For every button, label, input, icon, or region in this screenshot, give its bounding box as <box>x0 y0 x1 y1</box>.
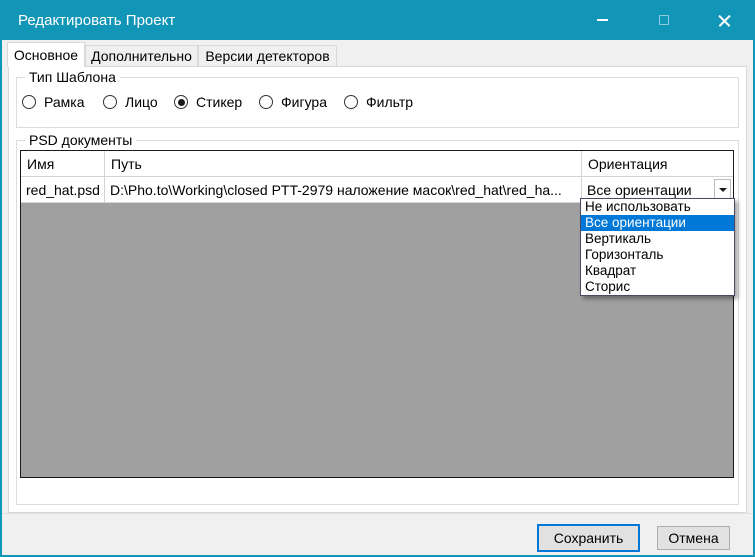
dropdown-item[interactable]: Сторис <box>581 279 734 295</box>
radio-label: Лицо <box>125 94 158 110</box>
radio-icon <box>344 95 358 109</box>
chevron-down-icon <box>719 188 727 192</box>
radio-label: Фигура <box>281 94 327 110</box>
template-type-group: Тип Шаблона Рамка Лицо Стикер Фигура Фил… <box>16 77 739 128</box>
radio-label: Рамка <box>44 94 85 110</box>
radio-figure[interactable]: Фигура <box>259 94 327 110</box>
tab-additional[interactable]: Дополнительно <box>85 45 198 66</box>
dropdown-item[interactable]: Не использовать <box>581 199 734 215</box>
footer: Сохранить Отмена <box>2 513 753 555</box>
radio-filter[interactable]: Фильтр <box>344 94 413 110</box>
column-header-path[interactable]: Путь <box>105 151 582 176</box>
table-header-row: Имя Путь Ориентация <box>21 151 733 177</box>
minimize-icon <box>597 19 608 21</box>
dropdown-item[interactable]: Квадрат <box>581 263 734 279</box>
tab-detector-versions[interactable]: Версии детекторов <box>198 45 337 66</box>
titlebar: Редактировать Проект <box>0 0 755 40</box>
group-title-psd-documents: PSD документы <box>25 132 136 148</box>
cancel-button[interactable]: Отмена <box>657 526 730 550</box>
maximize-icon <box>659 15 669 25</box>
window-border-left <box>0 0 2 557</box>
radio-icon <box>174 95 188 109</box>
group-title-template-type: Тип Шаблона <box>25 69 120 85</box>
radio-sticker[interactable]: Стикер <box>174 94 242 110</box>
orientation-dropdown-list: Не использовать Все ориентации Вертикаль… <box>580 198 735 296</box>
tab-main[interactable]: Основное <box>7 42 85 67</box>
caption-buttons <box>572 0 755 40</box>
window-title: Редактировать Проект <box>0 12 175 29</box>
radio-frame[interactable]: Рамка <box>22 94 85 110</box>
radio-label: Стикер <box>196 94 242 110</box>
edit-project-dialog: Редактировать Проект Основное Дополнител… <box>0 0 755 557</box>
dropdown-item[interactable]: Горизонталь <box>581 247 734 263</box>
column-header-orientation[interactable]: Ориентация <box>582 151 733 176</box>
maximize-button[interactable] <box>633 0 694 40</box>
minimize-button[interactable] <box>572 0 633 40</box>
cell-path[interactable]: D:\Pho.to\Working\closed PTT-2979 наложе… <box>105 177 582 202</box>
combobox-value: Все ориентации <box>582 182 714 198</box>
save-button[interactable]: Сохранить <box>537 524 640 552</box>
radio-icon <box>103 95 117 109</box>
radio-label: Фильтр <box>366 94 413 110</box>
cell-name[interactable]: red_hat.psd <box>21 177 105 202</box>
radio-icon <box>259 95 273 109</box>
close-icon <box>717 13 732 28</box>
column-header-name[interactable]: Имя <box>21 151 105 176</box>
radio-icon <box>22 95 36 109</box>
dropdown-item[interactable]: Все ориентации <box>581 215 734 231</box>
close-button[interactable] <box>694 0 755 40</box>
radio-face[interactable]: Лицо <box>103 94 158 110</box>
dropdown-item[interactable]: Вертикаль <box>581 231 734 247</box>
